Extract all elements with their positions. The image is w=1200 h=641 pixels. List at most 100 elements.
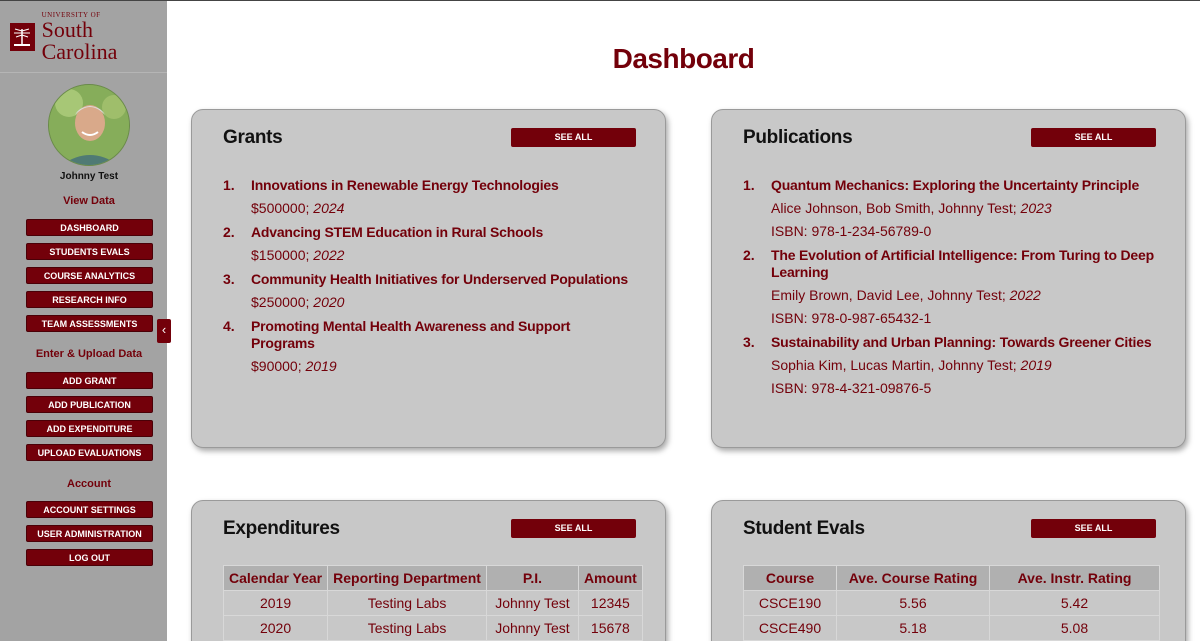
palmetto-logo-icon xyxy=(10,22,35,51)
table-cell: Testing Labs xyxy=(327,590,487,616)
grant-details: $500000; 2024 xyxy=(251,200,633,217)
column-header-ave-instr-rating: Ave. Instr. Rating xyxy=(989,565,1160,591)
table-cell: 15678 xyxy=(577,615,643,641)
grants-title: Grants xyxy=(223,127,283,148)
publication-authors-line: Emily Brown, David Lee, Johnny Test; 202… xyxy=(771,287,1163,304)
nav-student-evals-button[interactable]: STUDENTS EVALS xyxy=(26,243,153,260)
grant-amount: $90000; xyxy=(251,358,306,374)
table-cell: Johnny Test xyxy=(485,615,579,641)
publication-authors: Sophia Kim, Lucas Martin, Johnny Test; xyxy=(771,357,1021,373)
column-header-pi: P.I. xyxy=(485,565,579,591)
table-row: CSCE490 5.18 5.08 xyxy=(743,615,1160,641)
app-frame: UNIVERSITY OF South Carolina Johnny Test… xyxy=(0,0,1200,641)
column-header-reporting-department: Reporting Department xyxy=(327,565,487,591)
table-cell: CSCE490 xyxy=(743,615,837,641)
publication-year: 2019 xyxy=(1020,357,1052,373)
add-grant-button[interactable]: ADD GRANT xyxy=(26,372,153,389)
expenditures-see-all-button[interactable]: SEE ALL xyxy=(511,519,636,538)
nav-team-assessments-button[interactable]: TEAM ASSESSMENTS xyxy=(26,315,153,332)
list-item: 3. Sustainability and Urban Planning: To… xyxy=(743,334,1163,397)
table-cell: 5.56 xyxy=(836,590,990,616)
grant-amount: $250000; xyxy=(251,294,314,310)
expenditures-card: Expenditures SEE ALL Calendar Year Repor… xyxy=(191,500,666,641)
table-row: CSCE190 5.56 5.42 xyxy=(743,590,1160,616)
publication-isbn: ISBN: 978-0-987-65432-1 xyxy=(771,310,932,326)
table-cell: 5.42 xyxy=(989,590,1160,616)
table-row: 2020 Testing Labs Johnny Test 15678 xyxy=(222,615,643,641)
expenditures-title: Expenditures xyxy=(223,518,340,539)
publication-authors-line: Alice Johnson, Bob Smith, Johnny Test; 2… xyxy=(771,200,1163,217)
publication-authors: Emily Brown, David Lee, Johnny Test; xyxy=(771,287,1010,303)
upload-evaluations-button[interactable]: UPLOAD EVALUATIONS xyxy=(26,444,153,461)
column-header-ave-course-rating: Ave. Course Rating xyxy=(836,565,990,591)
column-header-amount: Amount xyxy=(577,565,643,591)
add-publication-button[interactable]: ADD PUBLICATION xyxy=(26,396,153,413)
grant-title[interactable]: Community Health Initiatives for Underse… xyxy=(251,271,633,288)
collapse-sidebar-chevron-icon[interactable]: ‹ xyxy=(157,319,171,343)
nav-dashboard-button[interactable]: DASHBOARD xyxy=(26,219,153,236)
log-out-button[interactable]: LOG OUT xyxy=(26,549,153,566)
grant-details: $250000; 2020 xyxy=(251,294,633,311)
nav-research-info-button[interactable]: RESEARCH INFO xyxy=(26,291,153,308)
publication-title[interactable]: Quantum Mechanics: Exploring the Uncerta… xyxy=(771,177,1163,194)
table-cell: Testing Labs xyxy=(327,615,487,641)
table-cell: Johnny Test xyxy=(485,590,579,616)
grants-list: 1. Innovations in Renewable Energy Techn… xyxy=(223,177,633,375)
add-expenditure-button[interactable]: ADD EXPENDITURE xyxy=(26,420,153,437)
publication-year: 2023 xyxy=(1020,200,1052,216)
student-evals-title: Student Evals xyxy=(743,518,865,539)
list-number: 4. xyxy=(223,318,235,334)
table-cell: CSCE190 xyxy=(743,590,837,616)
page-title: Dashboard xyxy=(612,43,755,74)
grant-title[interactable]: Promoting Mental Health Awareness and Su… xyxy=(251,318,633,352)
student-evals-table: Course Ave. Course Rating Ave. Instr. Ra… xyxy=(743,565,1160,641)
grant-year: 2019 xyxy=(305,358,337,374)
user-name: Johnny Test xyxy=(59,171,119,182)
grants-card: Grants SEE ALL 1. Innovations in Renewab… xyxy=(191,109,666,448)
avatar[interactable] xyxy=(48,84,130,166)
grant-amount: $500000; xyxy=(251,200,314,216)
expenditures-table: Calendar Year Reporting Department P.I. … xyxy=(222,565,643,641)
publication-isbn: ISBN: 978-4-321-09876-5 xyxy=(771,380,932,396)
publications-list: 1. Quantum Mechanics: Exploring the Unce… xyxy=(743,177,1163,397)
grant-year: 2022 xyxy=(313,247,345,263)
grant-details: $90000; 2019 xyxy=(251,358,633,375)
publication-isbn: ISBN: 978-1-234-56789-0 xyxy=(771,223,932,239)
grant-title[interactable]: Innovations in Renewable Energy Technolo… xyxy=(251,177,633,194)
publications-title: Publications xyxy=(743,127,853,148)
list-item: 3. Community Health Initiatives for Unde… xyxy=(223,271,633,311)
list-item: 1. Quantum Mechanics: Exploring the Unce… xyxy=(743,177,1163,240)
account-settings-button[interactable]: ACCOUNT SETTINGS xyxy=(26,501,153,518)
university-logo[interactable]: UNIVERSITY OF South Carolina xyxy=(0,1,167,73)
account-heading: Account xyxy=(67,478,111,490)
nav-course-analytics-button[interactable]: COURSE ANALYTICS xyxy=(26,267,153,284)
user-administration-button[interactable]: USER ADMINISTRATION xyxy=(26,525,153,542)
table-cell: 2019 xyxy=(222,590,329,616)
list-item: 2. The Evolution of Artificial Intellige… xyxy=(743,247,1163,327)
publication-title[interactable]: Sustainability and Urban Planning: Towar… xyxy=(771,334,1163,351)
table-cell: 12345 xyxy=(577,590,643,616)
table-row: 2019 Testing Labs Johnny Test 12345 xyxy=(222,590,643,616)
publications-card: Publications SEE ALL 1. Quantum Mechanic… xyxy=(711,109,1186,448)
table-header-row: Calendar Year Reporting Department P.I. … xyxy=(222,565,643,591)
enter-upload-heading: Enter & Upload Data xyxy=(35,348,143,360)
grants-see-all-button[interactable]: SEE ALL xyxy=(511,128,636,147)
list-number: 1. xyxy=(223,177,235,193)
list-number: 2. xyxy=(743,247,755,263)
student-evals-see-all-button[interactable]: SEE ALL xyxy=(1031,519,1156,538)
list-number: 3. xyxy=(743,334,755,350)
grant-year: 2020 xyxy=(313,294,345,310)
list-number: 2. xyxy=(223,224,235,240)
table-cell: 5.08 xyxy=(989,615,1160,641)
publication-title[interactable]: The Evolution of Artificial Intelligence… xyxy=(771,247,1163,281)
list-number: 1. xyxy=(743,177,755,193)
grant-title[interactable]: Advancing STEM Education in Rural School… xyxy=(251,224,633,241)
publication-year: 2022 xyxy=(1009,287,1041,303)
column-header-calendar-year: Calendar Year xyxy=(222,565,329,591)
view-data-heading: View Data xyxy=(63,195,115,207)
table-cell: 2020 xyxy=(222,615,329,641)
publication-authors: Alice Johnson, Bob Smith, Johnny Test; xyxy=(771,200,1021,216)
list-number: 3. xyxy=(223,271,235,287)
table-header-row: Course Ave. Course Rating Ave. Instr. Ra… xyxy=(743,565,1160,591)
publications-see-all-button[interactable]: SEE ALL xyxy=(1031,128,1156,147)
